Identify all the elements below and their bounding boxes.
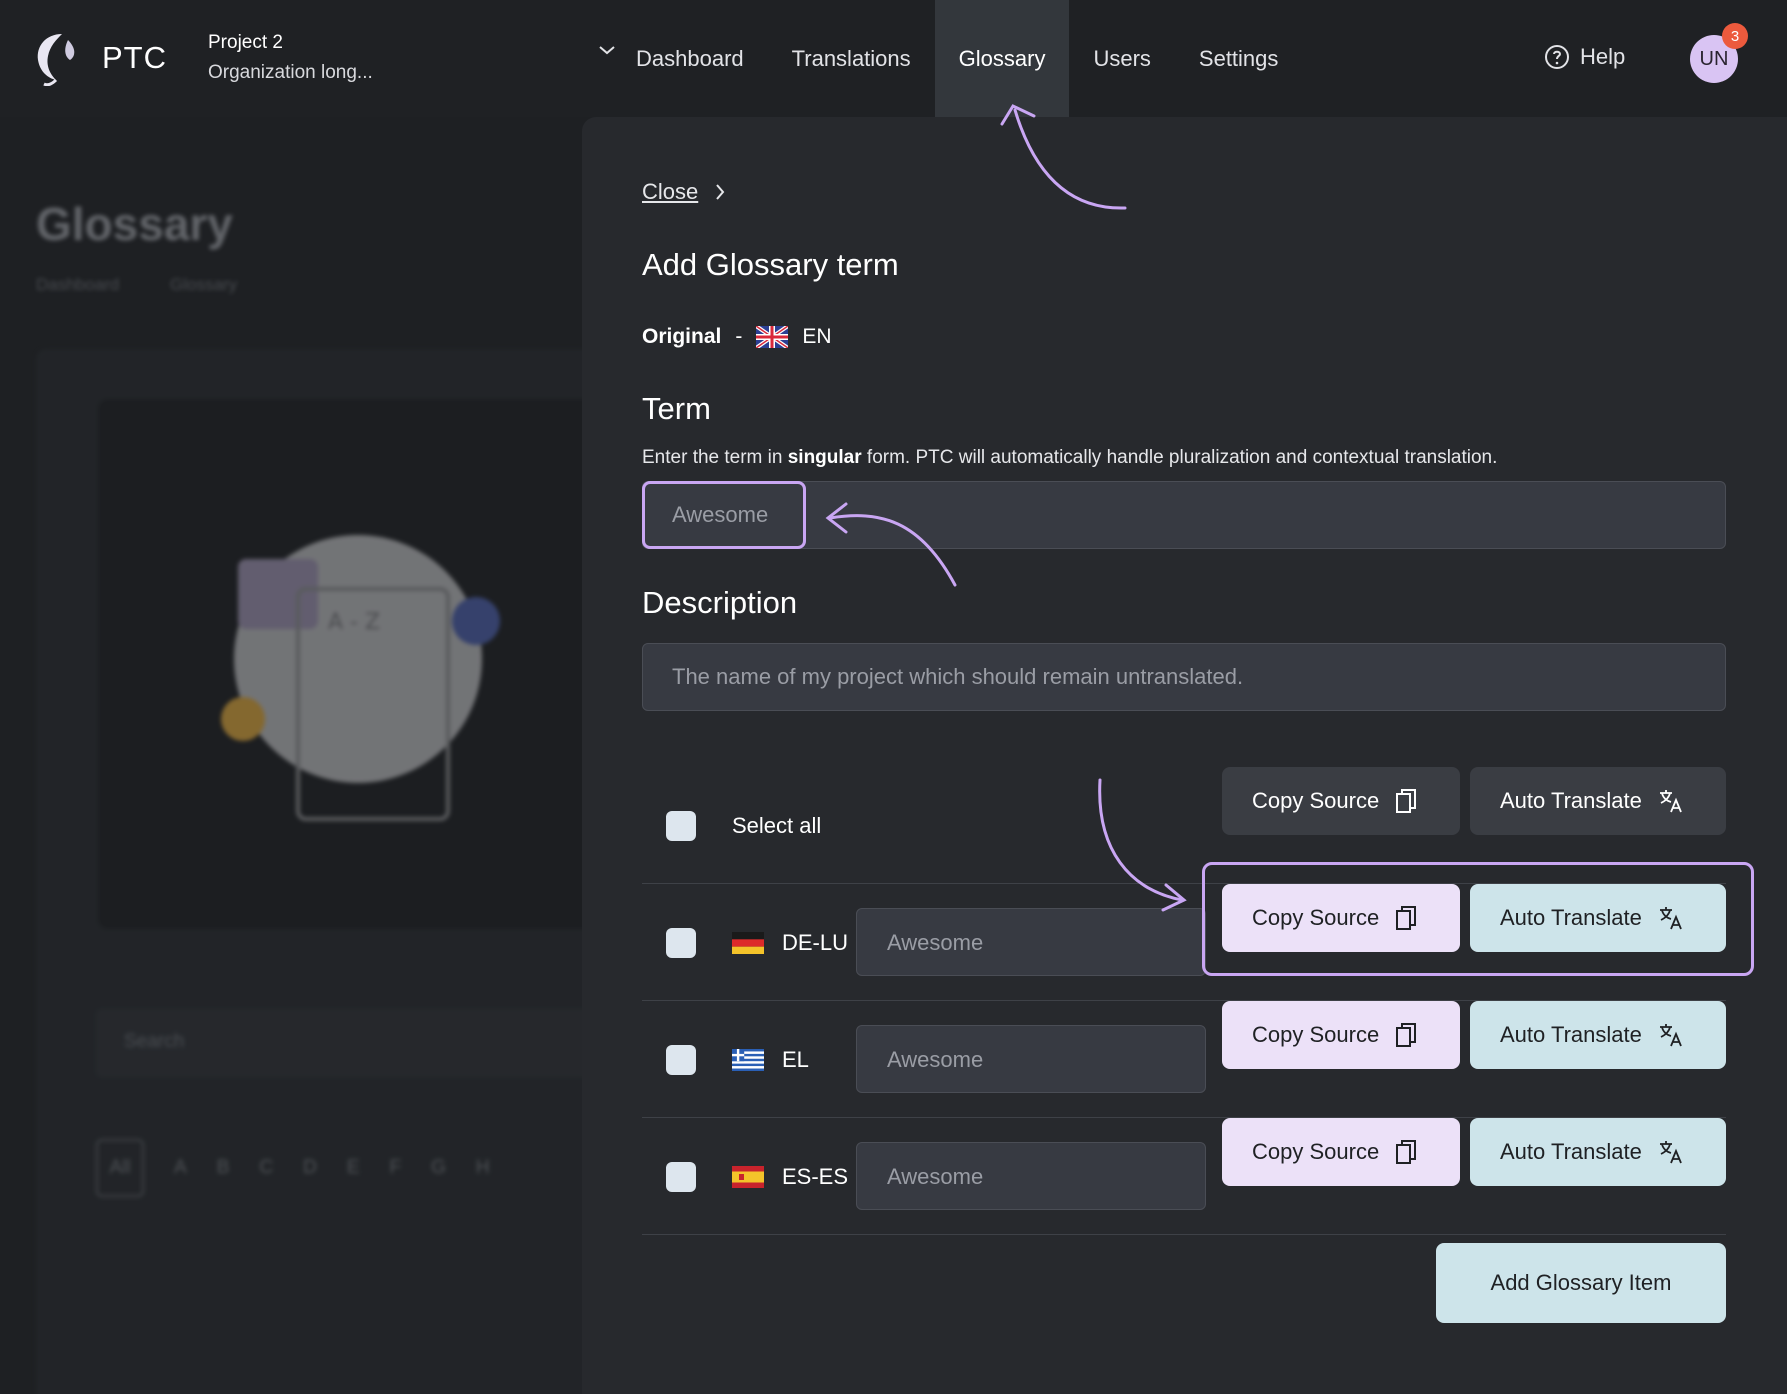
project-name: Project 2: [208, 32, 283, 53]
letter: D: [303, 1157, 317, 1178]
add-glossary-item-button[interactable]: Add Glossary Item: [1436, 1243, 1726, 1323]
svg-text:A - Z: A - Z: [328, 610, 380, 635]
organization-name: Organization long...: [208, 62, 373, 83]
translation-value: Awesome: [887, 1047, 984, 1072]
spain-flag-icon: [732, 1166, 764, 1188]
nav-glossary[interactable]: Glossary: [934, 0, 1070, 117]
letter: B: [216, 1157, 230, 1178]
notification-badge: 3: [1722, 23, 1748, 49]
nav-users[interactable]: Users: [1069, 0, 1174, 117]
translation-input[interactable]: Awesome: [856, 1142, 1206, 1210]
glossary-card: A - Z Search All A B C D E F G H: [36, 349, 656, 1394]
term-help-text: Enter the term in singular form. PTC wil…: [642, 447, 1497, 469]
auto-translate-button[interactable]: Auto Translate: [1470, 1118, 1726, 1186]
auto-translate-label: Auto Translate: [1500, 1139, 1642, 1164]
copy-source-button[interactable]: Copy Source: [1222, 1001, 1460, 1069]
term-help-bold: singular: [787, 447, 862, 468]
nav-translations[interactable]: Translations: [768, 0, 935, 117]
main-nav: Dashboard Translations Glossary Users Se…: [612, 0, 1302, 117]
language-code: ES-ES: [782, 1164, 849, 1189]
auto-translate-button[interactable]: Auto Translate: [1470, 1001, 1726, 1069]
ptc-logo-icon: [37, 34, 75, 86]
translate-icon: [1659, 790, 1682, 813]
breadcrumb-glossary: Glossary: [170, 275, 238, 294]
copy-icon: [1396, 1023, 1417, 1047]
background-search-input: Search: [96, 1009, 656, 1077]
translation-input[interactable]: Awesome: [856, 908, 1206, 976]
term-value: Awesome: [672, 502, 769, 527]
select-all-checkbox[interactable]: [666, 811, 696, 841]
translation-value: Awesome: [887, 1164, 984, 1189]
auto-translate-all-button[interactable]: Auto Translate: [1470, 767, 1726, 835]
top-bar: PTC Project 2 Organization long... Dashb…: [0, 0, 1787, 117]
description-value: The name of my project which should rema…: [672, 664, 1244, 689]
letter: H: [475, 1157, 490, 1178]
help-label: Help: [1580, 44, 1626, 69]
germany-flag-icon: [732, 932, 764, 954]
uk-flag-icon: [756, 326, 789, 348]
language-code: DE-LU: [782, 930, 849, 955]
original-language: Original - EN: [642, 325, 832, 349]
select-all-label: Select all: [732, 813, 822, 838]
drawer-title: Add Glossary term: [642, 247, 899, 282]
greece-flag-icon: [732, 1049, 764, 1071]
term-help-part: form. PTC will automatically handle plur…: [861, 447, 1498, 468]
copy-icon: [1396, 789, 1417, 813]
letter: C: [259, 1157, 274, 1178]
original-lang-code: EN: [802, 325, 832, 348]
letter-filter: All A B C D E F G H: [96, 1139, 490, 1197]
original-label: Original: [642, 325, 722, 348]
copy-source-label: Copy Source: [1252, 1139, 1380, 1164]
help-icon: [1545, 45, 1569, 69]
letter: F: [389, 1157, 402, 1178]
copy-icon: [1396, 1140, 1417, 1164]
copy-source-button[interactable]: Copy Source: [1222, 1118, 1460, 1186]
brand-name: PTC: [102, 40, 167, 75]
original-dash: -: [735, 325, 743, 348]
description-heading: Description: [642, 585, 798, 620]
translate-icon: [1659, 1141, 1682, 1164]
nav-dashboard[interactable]: Dashboard: [612, 0, 768, 117]
copy-source-all-button[interactable]: Copy Source: [1222, 767, 1460, 835]
nav-settings[interactable]: Settings: [1175, 0, 1303, 117]
language-checkbox[interactable]: [666, 1045, 696, 1075]
glossary-illustration-icon: A - Z: [221, 535, 500, 821]
copy-source-label: Copy Source: [1252, 1022, 1380, 1047]
language-row-el: EL Awesome Copy Source Auto Translate: [642, 1001, 1726, 1118]
letter: A: [174, 1157, 187, 1178]
translation-input[interactable]: Awesome: [856, 1025, 1206, 1093]
language-code: EL: [782, 1047, 809, 1072]
add-glossary-drawer: Close Add Glossary term Original - EN Te…: [582, 117, 1787, 1394]
letter-all: All: [96, 1139, 144, 1197]
language-row-es-es: ES-ES Awesome Copy Source Auto Translate: [642, 1118, 1726, 1235]
empty-state-illustration: A - Z: [98, 399, 618, 929]
row-actions-highlight: [1202, 862, 1754, 976]
close-link[interactable]: Close: [642, 179, 726, 205]
breadcrumb-dashboard: Dashboard: [36, 275, 120, 294]
letter: G: [431, 1157, 446, 1178]
help-link[interactable]: Help: [1544, 44, 1625, 70]
search-placeholder: Search: [124, 1031, 185, 1052]
translation-value: Awesome: [887, 930, 984, 955]
page-title: Glossary: [36, 198, 233, 250]
translate-icon: [1659, 1024, 1682, 1047]
letter: E: [346, 1157, 360, 1178]
auto-translate-label: Auto Translate: [1500, 788, 1642, 813]
term-help-part: Enter the term in: [642, 447, 788, 468]
background-page: Glossary Dashboard Glossary A - Z Search…: [0, 117, 656, 1394]
language-checkbox[interactable]: [666, 1162, 696, 1192]
project-switcher[interactable]: Project 2 Organization long...: [208, 32, 615, 88]
copy-source-label: Copy Source: [1252, 788, 1380, 813]
term-heading: Term: [642, 391, 711, 426]
language-checkbox[interactable]: [666, 928, 696, 958]
auto-translate-label: Auto Translate: [1500, 1022, 1642, 1047]
chevron-right-icon: [716, 184, 725, 200]
close-label: Close: [642, 179, 699, 204]
